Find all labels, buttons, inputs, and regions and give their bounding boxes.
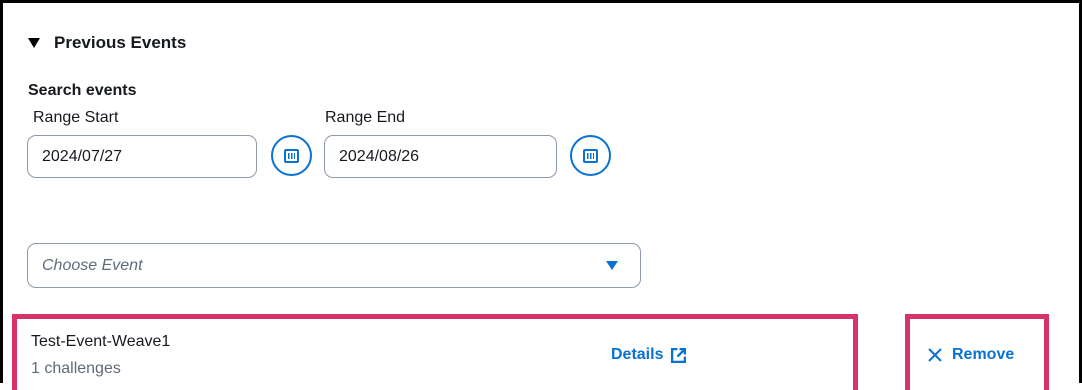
choose-event-placeholder: Choose Event xyxy=(42,256,143,274)
calendar-icon xyxy=(583,148,598,163)
external-link-icon xyxy=(671,347,687,363)
remove-label: Remove xyxy=(952,346,1015,363)
search-events-heading: Search events xyxy=(28,82,137,99)
details-label: Details xyxy=(611,346,664,363)
caret-down-icon xyxy=(28,38,40,48)
calendar-icon xyxy=(284,148,299,163)
event-name: Test-Event-Weave1 xyxy=(31,333,171,350)
close-icon xyxy=(928,348,942,362)
range-start-calendar-button[interactable] xyxy=(271,135,312,176)
range-end-label: Range End xyxy=(325,109,406,126)
previous-events-panel: Previous Events Search events Range Star… xyxy=(0,0,1082,390)
choose-event-select[interactable]: Choose Event xyxy=(27,243,641,288)
section-title: Previous Events xyxy=(54,33,187,52)
range-start-label: Range Start xyxy=(33,109,119,126)
range-end-calendar-button[interactable] xyxy=(570,135,611,176)
selected-event-card: Test-Event-Weave1 1 challenges Details xyxy=(12,314,858,390)
remove-event-button[interactable]: Remove xyxy=(927,346,1014,364)
range-end-input[interactable] xyxy=(324,135,557,178)
details-link[interactable]: Details xyxy=(611,346,687,364)
caret-down-icon xyxy=(606,261,618,270)
event-challenge-count: 1 challenges xyxy=(31,360,121,377)
remove-event-frame: Remove xyxy=(905,314,1049,390)
previous-events-toggle[interactable]: Previous Events xyxy=(28,33,186,53)
range-start-input[interactable] xyxy=(27,135,257,178)
